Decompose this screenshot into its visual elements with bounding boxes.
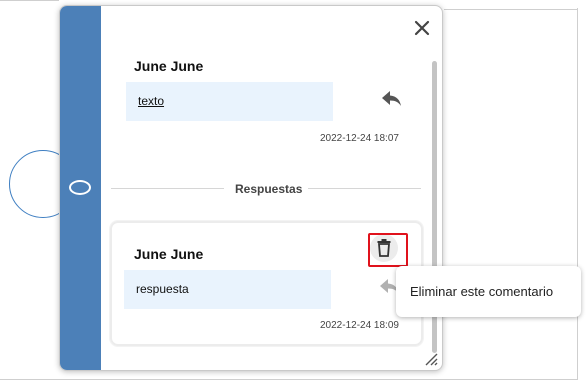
close-button[interactable] — [413, 19, 431, 37]
ellipse-marker-icon — [69, 180, 91, 195]
reply-icon — [382, 91, 401, 106]
comment-bubble: texto — [126, 82, 333, 121]
comment-timestamp: 2022-12-24 18:07 — [320, 133, 399, 144]
separator-line — [308, 188, 421, 189]
comment-text: texto — [138, 94, 165, 108]
replies-label: Respuestas — [235, 182, 303, 196]
close-icon — [414, 20, 430, 36]
delete-tooltip: Eliminar este comentario — [396, 266, 581, 317]
separator-line — [111, 188, 224, 189]
focus-highlight — [368, 233, 408, 267]
comment-sidebar — [60, 6, 101, 370]
comment-popup: June June texto 2022-12-24 18:07 Respues… — [59, 5, 443, 371]
canvas-border — [444, 9, 578, 10]
resize-handle-icon — [425, 353, 438, 366]
canvas-border — [0, 0, 59, 1]
reply-text: respuesta — [136, 282, 189, 296]
comment-author: June June — [134, 58, 204, 74]
reply-author: June June — [134, 246, 204, 262]
reply-bubble: respuesta — [124, 270, 331, 309]
resize-handle[interactable] — [424, 352, 438, 366]
reply-button[interactable] — [380, 88, 404, 108]
reply-timestamp: 2022-12-24 18:09 — [320, 320, 399, 331]
